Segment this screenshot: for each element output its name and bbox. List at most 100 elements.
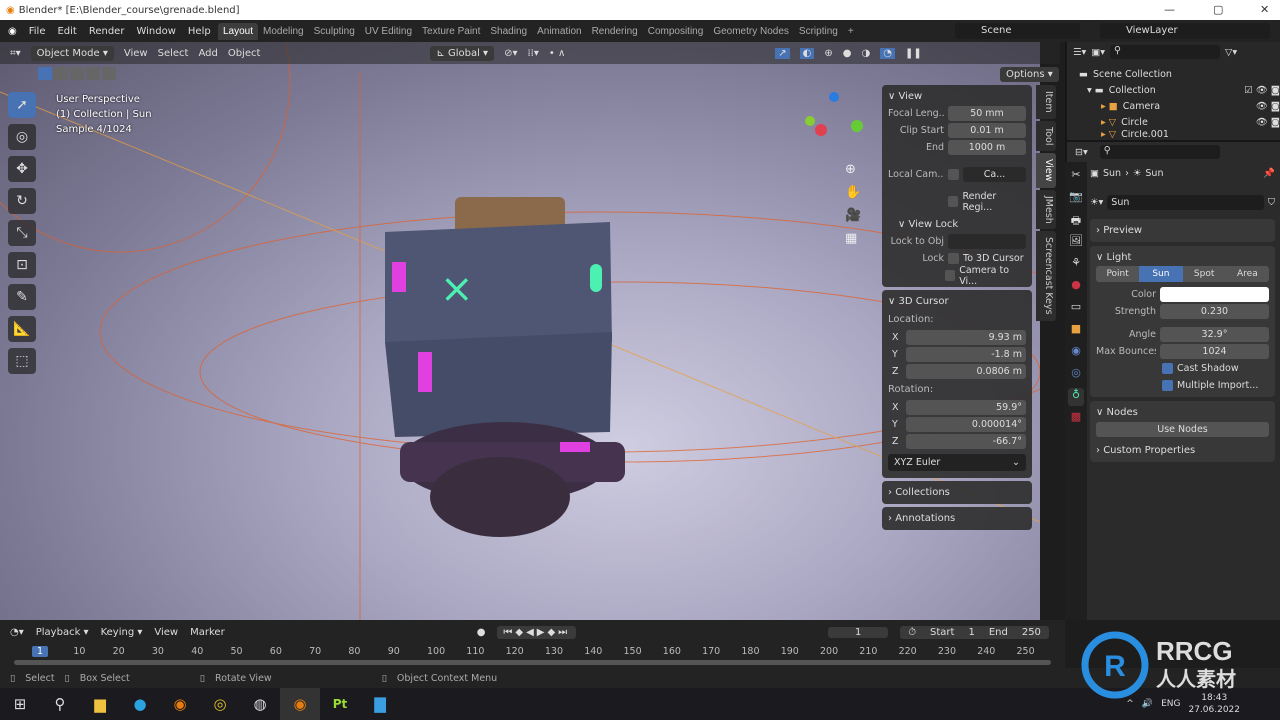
outliner-search-input[interactable]: ⚲ (1110, 45, 1221, 59)
filter-view-icon[interactable]: ▣▾ (1091, 47, 1105, 58)
close-button[interactable]: ✕ (1260, 3, 1269, 16)
measure-tool-icon[interactable]: 📐 (8, 316, 36, 342)
max-bounces-field[interactable]: 1024 (1160, 344, 1269, 359)
editor-type-icon[interactable]: ⌗▾ (10, 48, 21, 59)
zoom-icon[interactable]: ⊕ (845, 162, 861, 177)
tab-view[interactable]: View (1036, 153, 1056, 188)
timeline-scrollbar[interactable] (14, 660, 1051, 665)
pin-icon[interactable]: 📌 (1263, 168, 1275, 179)
custom-properties-header[interactable]: › Custom Properties (1096, 442, 1269, 459)
outliner-row-camera[interactable]: ▸ ■ Camera 👁 ◙ (1067, 98, 1280, 114)
local-camera-checkbox[interactable] (948, 169, 959, 180)
nodes-panel-header[interactable]: ∨ Nodes (1096, 404, 1269, 421)
tool-tab-icon[interactable]: ✂ (1068, 168, 1084, 186)
viewport-menu-add[interactable]: Add (198, 48, 217, 59)
menu-file[interactable]: File (29, 26, 46, 37)
view-layer-tab-icon[interactable]: 🖼 (1068, 234, 1084, 252)
scale-tool-icon[interactable]: ⤡ (8, 220, 36, 246)
select-subtract-icon[interactable] (70, 67, 84, 80)
viewport-menu-object[interactable]: Object (228, 48, 261, 59)
use-nodes-button[interactable]: Use Nodes (1096, 422, 1269, 437)
shading-material[interactable]: ◑ (862, 48, 871, 59)
tab-scripting[interactable]: Scripting (794, 23, 843, 40)
filter-icon[interactable]: ▽▾ (1225, 47, 1237, 58)
cursor-rotation-x[interactable]: 59.9° (906, 400, 1026, 415)
record-button[interactable]: ● (477, 627, 486, 638)
gizmo-toggle[interactable]: ↗ (775, 47, 790, 59)
tab-tool[interactable]: Tool (1036, 120, 1056, 152)
3d-cursor-header[interactable]: ∨ 3D Cursor (888, 293, 1026, 310)
shading-solid[interactable]: ● (843, 48, 852, 59)
strength-field[interactable]: 0.230 (1160, 304, 1269, 319)
light-data-tab-icon[interactable]: ♁ (1068, 388, 1084, 406)
annotations-section[interactable]: › Annotations (882, 507, 1032, 530)
lock-to-object-field[interactable] (948, 234, 1026, 249)
windows-start-icon[interactable]: ⊞ (0, 688, 40, 720)
pivot-icon[interactable]: ⊘▾ (504, 48, 517, 59)
pause-render-button[interactable]: ❚❚ (905, 48, 922, 59)
tab-shading[interactable]: Shading (485, 23, 532, 40)
tab-rendering[interactable]: Rendering (587, 23, 643, 40)
view-section-header[interactable]: ∨ View (888, 88, 1026, 105)
blender-menu-icon[interactable]: ◉ (8, 26, 17, 37)
navigation-gizmo[interactable] (805, 92, 865, 152)
texture-tab-icon[interactable]: ▩ (1068, 410, 1084, 428)
light-type-spot[interactable]: Spot (1183, 266, 1226, 282)
tray-chevron-icon[interactable]: ^ (1126, 699, 1134, 709)
cursor-rotation-y[interactable]: 0.000014° (906, 417, 1026, 432)
local-camera-field[interactable]: Ca... (963, 167, 1026, 182)
view-lock-header[interactable]: ∨ View Lock (888, 216, 1026, 233)
outliner-row-circle[interactable]: ▸ ▽ Circle 👁 ◙ (1067, 114, 1280, 130)
proportional-edit-icon[interactable]: • ∧ (549, 48, 565, 59)
cursor-location-y[interactable]: -1.8 m (906, 347, 1026, 362)
camera-view-icon[interactable]: 🎥 (845, 208, 861, 223)
rotation-mode-dropdown[interactable]: XYZ Euler ⌄ (888, 454, 1026, 471)
cast-shadow-checkbox[interactable] (1162, 363, 1173, 374)
render-tab-icon[interactable]: 📷 (1068, 190, 1084, 208)
properties-search-input[interactable]: ⚲ (1099, 145, 1220, 159)
fake-user-icon[interactable]: ⛉ (1268, 197, 1275, 208)
blender-active-icon[interactable]: ◉ (280, 688, 320, 720)
render-region-checkbox[interactable] (948, 196, 959, 207)
blender-icon[interactable]: ◉ (160, 688, 200, 720)
orientation-dropdown[interactable]: ⊾ Global ▾ (430, 45, 495, 61)
search-icon[interactable]: ⚲ (40, 688, 80, 720)
tab-animation[interactable]: Animation (532, 23, 586, 40)
viewport-menu-select[interactable]: Select (158, 48, 189, 59)
telegram-icon[interactable]: ● (120, 688, 160, 720)
volume-icon[interactable]: 🔊 (1142, 699, 1153, 709)
tab-modeling[interactable]: Modeling (258, 23, 309, 40)
collections-section[interactable]: › Collections (882, 481, 1032, 504)
cursor-location-x[interactable]: 9.93 m (906, 330, 1026, 345)
viewport-menu-view[interactable]: View (124, 48, 148, 59)
outliner-row-collection[interactable]: ▾ ▬ Collection ☑ 👁 ◙ (1067, 82, 1280, 98)
photos-icon[interactable]: ▇ (360, 688, 400, 720)
tab-geometry-nodes[interactable]: Geometry Nodes (708, 23, 794, 40)
cursor-location-z[interactable]: 0.0806 m (906, 364, 1026, 379)
file-explorer-icon[interactable]: ▆ (80, 688, 120, 720)
object-mode-dropdown[interactable]: Object Mode ▾ (30, 45, 114, 61)
color-swatch[interactable] (1160, 287, 1269, 302)
output-tab-icon[interactable]: 🖶 (1068, 212, 1084, 230)
object-tab-icon[interactable]: ■ (1068, 322, 1084, 340)
clip-start-field[interactable]: 0.01 m (948, 123, 1026, 138)
tab-compositing[interactable]: Compositing (643, 23, 709, 40)
menu-help[interactable]: Help (188, 26, 211, 37)
timeline-menu-view[interactable]: View (154, 627, 178, 638)
frame-ruler[interactable]: 1 10 20 30 40 50 60 70 80 90 100 110 120 130 140 150 160… (0, 644, 1065, 660)
rotate-tool-icon[interactable]: ↻ (8, 188, 36, 214)
tab-sculpting[interactable]: Sculpting (309, 23, 360, 40)
clip-end-field[interactable]: 1000 m (948, 140, 1026, 155)
select-intersect-icon[interactable] (102, 67, 116, 80)
timeline-editor-icon[interactable]: ◔▾ (10, 627, 24, 638)
light-panel-header[interactable]: ∨ Light (1096, 249, 1269, 266)
select-tool-icon[interactable]: ➚ (8, 92, 36, 118)
view-layer-selector[interactable]: ViewLayer (1100, 23, 1270, 39)
scene-tab-icon[interactable]: ⚘ (1068, 256, 1084, 274)
language-indicator[interactable]: ENG (1161, 699, 1180, 709)
timeline-menu-keying[interactable]: Keying ▾ (101, 627, 143, 638)
cursor-tool-icon[interactable]: ◎ (8, 124, 36, 150)
shading-wireframe[interactable]: ⊕ (824, 48, 832, 59)
pan-hand-icon[interactable]: ✋ (845, 185, 861, 200)
tab-jmesh[interactable]: JMesh (1036, 189, 1056, 230)
